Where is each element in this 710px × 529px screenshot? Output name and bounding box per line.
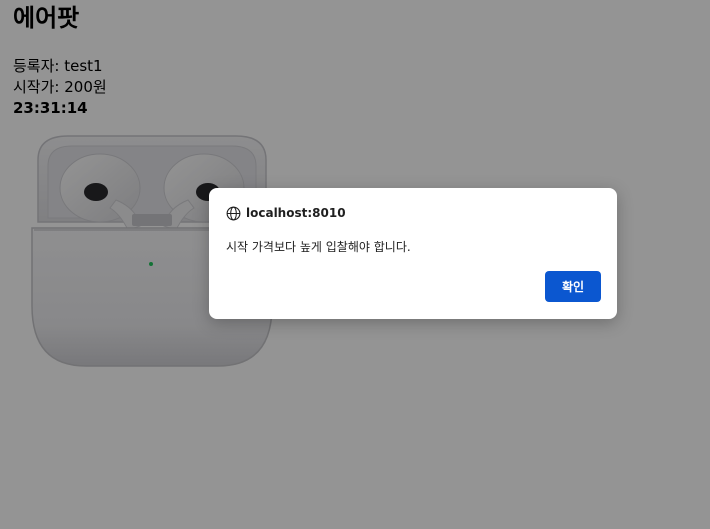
ok-button[interactable]: 확인 bbox=[545, 271, 601, 302]
alert-dialog: localhost:8010 시작 가격보다 높게 입찰해야 합니다. 확인 bbox=[209, 188, 617, 319]
globe-icon bbox=[226, 206, 241, 220]
dialog-origin: localhost:8010 bbox=[226, 204, 346, 222]
dialog-message: 시작 가격보다 높게 입찰해야 합니다. bbox=[226, 240, 411, 254]
dialog-origin-text: localhost:8010 bbox=[246, 206, 346, 220]
